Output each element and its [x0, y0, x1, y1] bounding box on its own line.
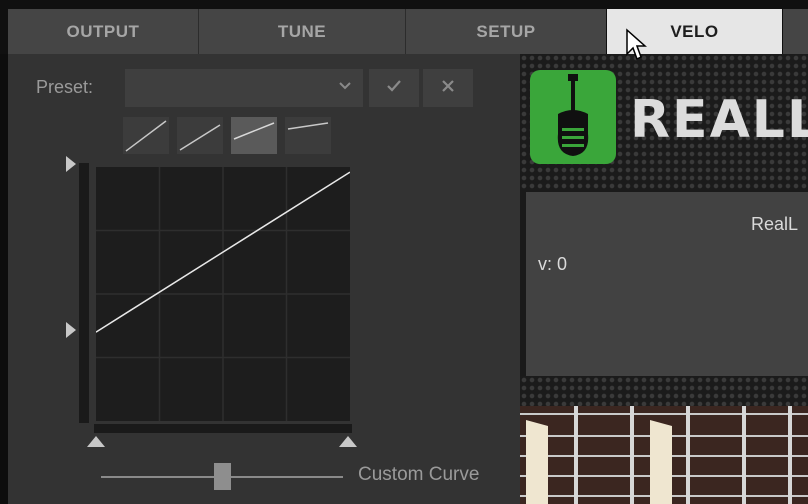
curve-slider-track-left: [101, 476, 214, 478]
curve-preset-button-1[interactable]: [123, 117, 169, 154]
tab-tune[interactable]: TUNE: [199, 9, 405, 54]
range-start-handle[interactable]: [87, 436, 105, 447]
tab-output[interactable]: OUTPUT: [8, 9, 198, 54]
velocity-readout: v: 0: [538, 254, 568, 274]
tab-bar: OUTPUT TUNE SETUP VELO: [0, 0, 808, 54]
curve-slider-thumb[interactable]: [214, 463, 231, 490]
speaker-grille-lower: [520, 376, 808, 406]
curve-preset-button-3[interactable]: [231, 117, 277, 154]
curve-slider-label: Custom Curve: [358, 464, 480, 485]
curve-gentle-icon: [233, 122, 275, 140]
app-logo: [530, 70, 616, 164]
input-range-track: [94, 424, 352, 433]
guitar-icon: [557, 74, 589, 156]
tab-next[interactable]: [783, 9, 808, 54]
curve-linear-icon: [179, 124, 221, 151]
range-end-handle[interactable]: [339, 436, 357, 447]
checkmark-icon: [385, 77, 403, 100]
curve-preset-button-4[interactable]: [285, 117, 331, 154]
chevron-down-icon: [337, 77, 353, 98]
mouse-cursor-icon: [625, 28, 647, 67]
close-icon: [440, 78, 456, 99]
preset-clear-button[interactable]: [423, 69, 473, 107]
max-level-handle[interactable]: [66, 156, 76, 172]
curve-preset-button-2[interactable]: [177, 117, 223, 154]
tab-setup[interactable]: SETUP: [406, 9, 606, 54]
velocity-curve-graph[interactable]: [95, 167, 351, 421]
preset-label: Preset:: [36, 77, 94, 97]
preset-confirm-button[interactable]: [369, 69, 419, 107]
instrument-name: RealL: [751, 214, 799, 234]
min-level-handle[interactable]: [66, 322, 76, 338]
instrument-panel: REALLP RealL v: 0: [520, 54, 808, 504]
fretboard-graphic: [520, 406, 808, 504]
curve-linear-steep-icon: [125, 120, 167, 152]
preset-dropdown[interactable]: [125, 69, 363, 107]
info-display: RealL v: 0: [526, 192, 808, 376]
brand-title: REALLP: [630, 90, 808, 150]
curve-slider-track-right: [231, 476, 343, 478]
output-level-track: [79, 163, 89, 423]
fretboard[interactable]: [520, 406, 808, 504]
curve-flat-icon: [287, 122, 329, 130]
velocity-curve-plot: [95, 167, 351, 421]
